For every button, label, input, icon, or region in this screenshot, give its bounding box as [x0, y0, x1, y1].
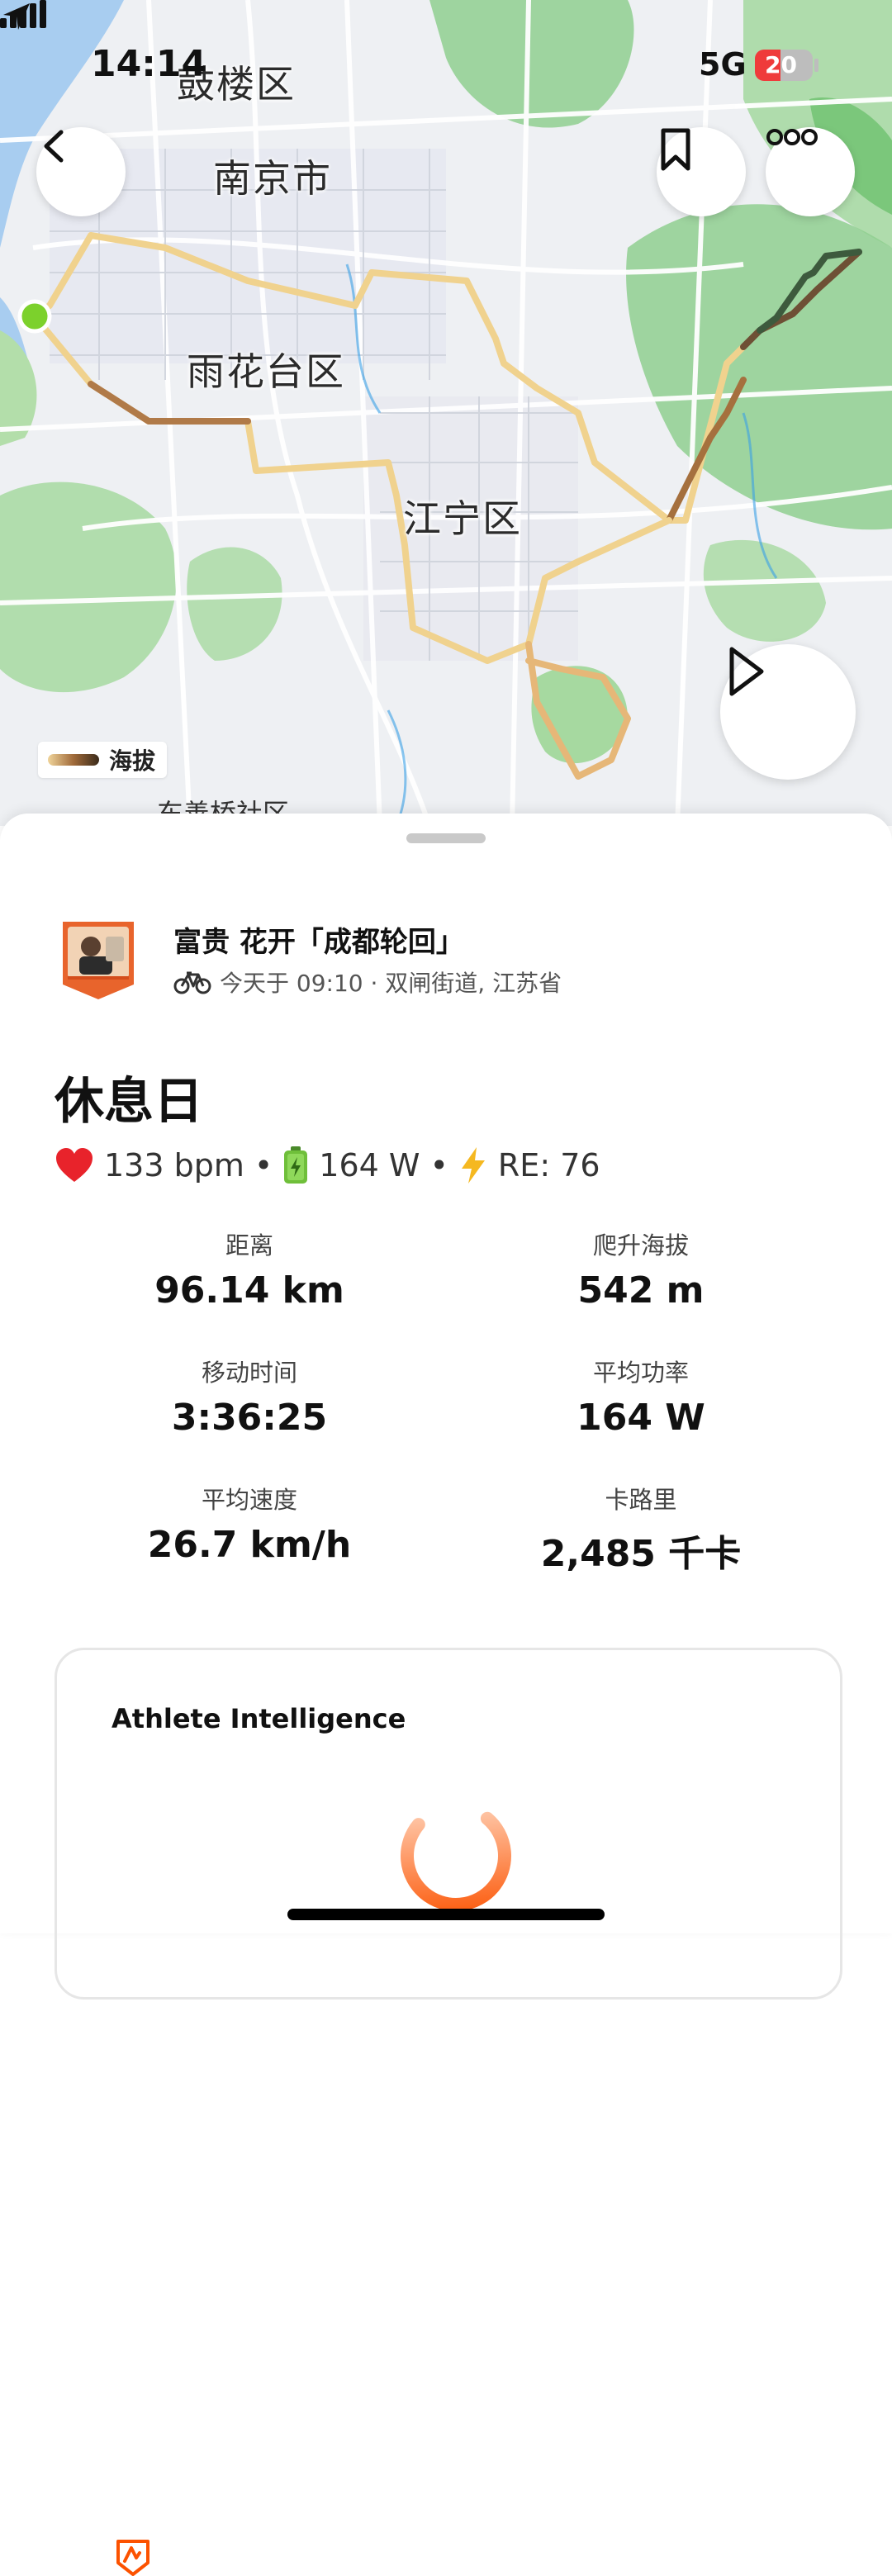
power-value: 164 W: [319, 1147, 420, 1184]
battery-tip: [814, 59, 818, 72]
stat-calories: 卡路里 2,485 千卡: [476, 1481, 806, 1577]
heart-icon: [56, 1148, 93, 1182]
more-dots-icon: [766, 129, 818, 145]
route-map[interactable]: 鼓楼区 南京市 雨花台区 江宁区 东善桥社区 14:14 5G 20 海拔: [0, 0, 892, 826]
athlete-intelligence-card[interactable]: Athlete Intelligence: [55, 1648, 842, 2576]
stat-elevation-gain: 爬升海拔 542 m: [476, 1226, 806, 1312]
stat-value: 26.7 km/h: [147, 1524, 352, 1566]
activity-title[interactable]: 富贵 花开「成都轮回」: [173, 919, 464, 960]
stat-distance: 距离 96.14 km: [84, 1226, 415, 1312]
stat-avg-power: 平均功率 164 W: [476, 1354, 806, 1439]
bookmark-icon: [661, 128, 690, 171]
map-label-yuhuatai: 雨花台区: [187, 349, 345, 394]
stat-moving-time: 移动时间 3:36:25: [84, 1354, 415, 1439]
stat-value: 164 W: [576, 1397, 705, 1439]
network-type: 5G: [699, 46, 747, 83]
elevation-gradient: [48, 754, 99, 766]
stat-label: 平均功率: [592, 1359, 689, 1387]
club-badge-icon[interactable]: [59, 918, 137, 1001]
athlete-intelligence-title: Athlete Intelligence: [112, 1703, 406, 1734]
save-route-button[interactable]: [657, 127, 746, 216]
flyby-play-button[interactable]: [720, 644, 856, 780]
status-time: 14:14: [91, 43, 207, 85]
stat-label: 平均速度: [201, 1486, 297, 1514]
activity-name: 休息日: [55, 1073, 203, 1131]
map-label-jiangning: 江宁区: [403, 496, 522, 541]
legend-label: 海拔: [109, 747, 156, 775]
battery-icon: 20: [755, 50, 813, 81]
stat-value: 542 m: [577, 1269, 705, 1312]
stat-value: 2,485 千卡: [540, 1533, 742, 1575]
battery-power-icon: [284, 1146, 308, 1184]
stat-label: 卡路里: [605, 1486, 677, 1514]
lightning-icon: [461, 1147, 485, 1184]
stat-avg-speed: 平均速度 26.7 km/h: [84, 1481, 415, 1566]
battery-percent: 20: [765, 51, 797, 78]
elevation-legend: 海拔: [38, 742, 168, 778]
stat-label: 移动时间: [201, 1359, 297, 1387]
stat-value: 96.14 km: [154, 1269, 344, 1312]
signal-icon: [0, 0, 46, 28]
separator: •: [254, 1147, 273, 1184]
activity-meta-text: 今天于 09:10 · 双闸街道, 江苏省: [220, 970, 562, 997]
chevron-left-icon: [44, 130, 64, 163]
activity-highlights: 133 bpm • 164 W • RE: 76: [55, 1146, 600, 1185]
start-dot-icon: [17, 299, 52, 334]
play-icon: [729, 647, 764, 696]
stat-value: 3:36:25: [171, 1397, 328, 1439]
back-button[interactable]: [36, 127, 126, 216]
heart-rate-value: 133 bpm: [104, 1147, 244, 1184]
stat-label: 爬升海拔: [592, 1231, 689, 1260]
home-indicator[interactable]: [287, 1909, 605, 1920]
activity-meta: 今天于 09:10 · 双闸街道, 江苏省: [173, 965, 562, 999]
sheet-drag-handle[interactable]: [406, 833, 486, 843]
bike-icon: [173, 971, 211, 994]
loading-spinner-icon: [401, 1811, 511, 1911]
re-value: RE: 76: [497, 1147, 600, 1184]
separator: •: [429, 1147, 448, 1184]
activity-sheet[interactable]: 富贵 花开「成都轮回」 今天于 09:10 · 双闸街道, 江苏省 休息日 13…: [0, 814, 892, 2576]
more-button[interactable]: [766, 127, 855, 216]
athlete-intelligence-icon: [116, 2540, 149, 2576]
stat-label: 距离: [225, 1231, 273, 1260]
map-label-nanjing: 南京市: [213, 156, 332, 201]
